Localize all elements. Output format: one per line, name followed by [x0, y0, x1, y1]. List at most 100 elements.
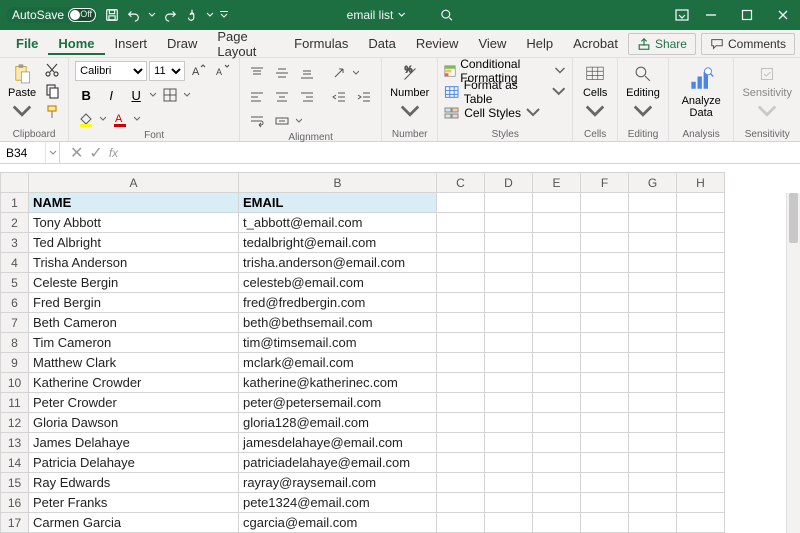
cell[interactable] — [677, 313, 725, 333]
cell[interactable] — [533, 233, 581, 253]
cell[interactable] — [533, 273, 581, 293]
fill-color-icon[interactable] — [75, 109, 97, 129]
cell[interactable]: cgarcia@email.com — [239, 513, 437, 533]
cell[interactable] — [677, 253, 725, 273]
cell[interactable]: Beth Cameron — [29, 313, 239, 333]
font-color-icon[interactable]: A — [109, 109, 131, 129]
format-as-table-button[interactable]: Format as Table — [444, 82, 566, 102]
row-header[interactable]: 5 — [1, 273, 29, 293]
col-header-E[interactable]: E — [533, 173, 581, 193]
cell[interactable] — [437, 293, 485, 313]
cell[interactable] — [677, 393, 725, 413]
cell[interactable] — [677, 433, 725, 453]
cell[interactable] — [437, 333, 485, 353]
cell[interactable] — [533, 313, 581, 333]
cell[interactable] — [677, 353, 725, 373]
cell[interactable]: Fred Bergin — [29, 293, 239, 313]
increase-font-icon[interactable]: A — [187, 61, 209, 81]
grid[interactable]: A B C D E F G H 1NAMEEMAIL2Tony Abbottt_… — [0, 172, 725, 533]
decrease-font-icon[interactable]: A — [211, 61, 233, 81]
cell[interactable] — [629, 273, 677, 293]
cell[interactable] — [533, 393, 581, 413]
cell[interactable] — [533, 293, 581, 313]
row-header[interactable]: 16 — [1, 493, 29, 513]
cell[interactable] — [485, 353, 533, 373]
cell[interactable]: Trisha Anderson — [29, 253, 239, 273]
cell[interactable] — [677, 213, 725, 233]
cell[interactable] — [581, 213, 629, 233]
tab-view[interactable]: View — [468, 32, 516, 55]
cell[interactable] — [437, 193, 485, 213]
cell[interactable]: Carmen Garcia — [29, 513, 239, 533]
row-header[interactable]: 1 — [1, 193, 29, 213]
share-button[interactable]: Share — [628, 33, 696, 55]
cell[interactable] — [581, 293, 629, 313]
cell[interactable] — [629, 473, 677, 493]
table-row[interactable]: 5Celeste Bergincelesteb@email.com — [1, 273, 725, 293]
cell[interactable]: trisha.anderson@email.com — [239, 253, 437, 273]
cell[interactable]: gloria128@email.com — [239, 413, 437, 433]
cell[interactable] — [485, 273, 533, 293]
cell[interactable] — [437, 433, 485, 453]
cell[interactable] — [581, 373, 629, 393]
cell[interactable]: rayray@raysemail.com — [239, 473, 437, 493]
cell[interactable] — [437, 213, 485, 233]
cell[interactable] — [437, 373, 485, 393]
merge-dropdown-icon[interactable] — [296, 111, 302, 131]
undo-icon[interactable] — [126, 7, 142, 23]
cell[interactable] — [485, 233, 533, 253]
cell[interactable] — [437, 393, 485, 413]
comments-button[interactable]: Comments — [701, 33, 795, 55]
cell[interactable]: mclark@email.com — [239, 353, 437, 373]
cancel-icon[interactable]: ✕ — [70, 143, 83, 163]
cell[interactable] — [629, 413, 677, 433]
cell[interactable] — [485, 493, 533, 513]
cell[interactable]: James Delahaye — [29, 433, 239, 453]
align-bottom-icon[interactable] — [296, 63, 318, 83]
name-box-dropdown-icon[interactable] — [45, 142, 59, 163]
cell[interactable] — [533, 493, 581, 513]
cell[interactable] — [677, 193, 725, 213]
tab-acrobat[interactable]: Acrobat — [563, 32, 628, 55]
cell[interactable] — [677, 493, 725, 513]
cell[interactable] — [533, 473, 581, 493]
table-row[interactable]: 17Carmen Garciacgarcia@email.com — [1, 513, 725, 533]
border-dropdown-icon[interactable] — [184, 85, 190, 105]
save-icon[interactable] — [104, 7, 120, 23]
col-header-B[interactable]: B — [239, 173, 437, 193]
format-painter-icon[interactable] — [42, 103, 62, 121]
cell[interactable] — [485, 453, 533, 473]
cell[interactable] — [485, 333, 533, 353]
cell[interactable] — [485, 313, 533, 333]
cell[interactable]: Ted Albright — [29, 233, 239, 253]
row-header[interactable]: 11 — [1, 393, 29, 413]
cell[interactable]: patriciadelahaye@email.com — [239, 453, 437, 473]
cell[interactable] — [437, 453, 485, 473]
column-headers[interactable]: A B C D E F G H — [1, 173, 725, 193]
cell[interactable] — [677, 273, 725, 293]
cell[interactable] — [629, 433, 677, 453]
align-center-icon[interactable] — [271, 87, 293, 107]
cell[interactable] — [629, 213, 677, 233]
autosave-toggle[interactable]: AutoSave Off — [6, 7, 98, 23]
cell[interactable] — [533, 213, 581, 233]
minimize-button[interactable] — [694, 0, 728, 30]
cell[interactable] — [677, 453, 725, 473]
row-header[interactable]: 2 — [1, 213, 29, 233]
col-header-F[interactable]: F — [581, 173, 629, 193]
cell[interactable] — [485, 413, 533, 433]
cell[interactable] — [629, 453, 677, 473]
italic-icon[interactable]: I — [100, 85, 122, 105]
maximize-button[interactable] — [730, 0, 764, 30]
tab-data[interactable]: Data — [358, 32, 405, 55]
cell[interactable] — [629, 493, 677, 513]
row-header[interactable]: 4 — [1, 253, 29, 273]
close-button[interactable] — [766, 0, 800, 30]
vertical-scrollbar[interactable] — [786, 193, 800, 533]
cell[interactable]: pete1324@email.com — [239, 493, 437, 513]
cell[interactable] — [581, 233, 629, 253]
cell[interactable]: Patricia Delahaye — [29, 453, 239, 473]
orientation-dropdown-icon[interactable] — [353, 63, 359, 83]
table-row[interactable]: 3Ted Albrighttedalbright@email.com — [1, 233, 725, 253]
cell[interactable]: Peter Crowder — [29, 393, 239, 413]
